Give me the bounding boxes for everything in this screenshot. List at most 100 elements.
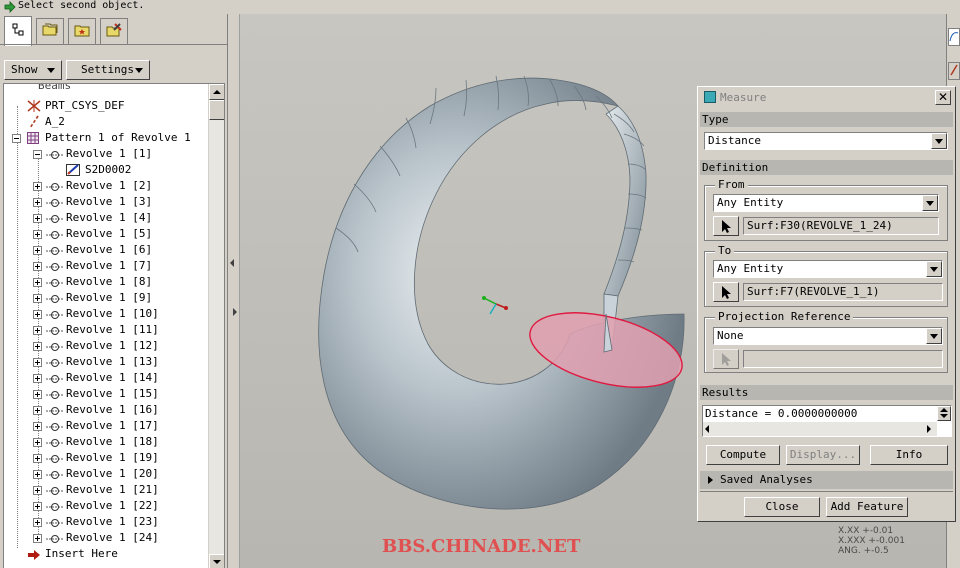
revolve-icon xyxy=(45,245,65,261)
measure-icon xyxy=(704,91,716,103)
tree-item-label: Revolve 1 [11] xyxy=(66,323,159,336)
tree-item-label: Revolve 1 [17] xyxy=(66,419,159,432)
expand-icon[interactable] xyxy=(33,278,42,287)
expand-icon[interactable] xyxy=(33,454,42,463)
expand-icon[interactable] xyxy=(33,422,42,431)
expand-icon[interactable] xyxy=(33,342,42,351)
expand-icon[interactable] xyxy=(33,406,42,415)
tree-item-label: Insert Here xyxy=(45,547,118,560)
dialog-title-bar[interactable]: Measure ✕ xyxy=(700,89,953,106)
datum-tool-button[interactable] xyxy=(948,28,960,46)
to-filter-select[interactable]: Any Entity xyxy=(713,260,943,278)
revolve-icon xyxy=(45,309,65,325)
spiral-horn-model[interactable] xyxy=(318,75,690,510)
expand-icon[interactable] xyxy=(33,262,42,271)
projection-reference-field[interactable] xyxy=(743,350,943,368)
cursor-arrow-icon xyxy=(722,353,731,366)
chevron-down-icon[interactable] xyxy=(931,133,947,149)
add-feature-button[interactable]: Add Feature xyxy=(826,497,908,517)
collapse-icon[interactable] xyxy=(12,134,21,143)
chevron-down-icon[interactable] xyxy=(922,195,938,211)
expand-right-icon[interactable] xyxy=(233,308,237,316)
to-select-button[interactable] xyxy=(713,282,739,302)
chevron-down-icon[interactable] xyxy=(926,261,942,277)
type-select[interactable]: Distance xyxy=(704,132,948,150)
sketch-tool-button[interactable] xyxy=(948,62,960,80)
navigator-tabs xyxy=(2,16,224,46)
tab-connections[interactable] xyxy=(100,18,128,44)
expand-icon[interactable] xyxy=(33,534,42,543)
tree-item-label: Revolve 1 [4] xyxy=(66,211,153,224)
section-definition: Definition xyxy=(700,160,953,175)
tree-item-cut-off: Beams xyxy=(38,83,72,92)
settings-button[interactable]: Settings xyxy=(66,60,150,80)
scroll-thumb[interactable] xyxy=(209,100,224,120)
from-reference-field[interactable]: Surf:F30(REVOLVE_1_24) xyxy=(743,217,939,235)
collapse-icon[interactable] xyxy=(33,150,42,159)
status-message: Select second object. xyxy=(18,0,145,11)
close-icon[interactable]: ✕ xyxy=(935,90,951,105)
tree-connector xyxy=(17,106,18,548)
chevron-down-icon[interactable] xyxy=(926,328,942,344)
to-reference-field[interactable]: Surf:F7(REVOLVE_1_1) xyxy=(743,283,943,301)
display-button[interactable]: Display... xyxy=(786,445,860,465)
results-output[interactable]: Distance = 0.0000000000 xyxy=(702,405,952,437)
expand-icon[interactable] xyxy=(33,182,42,191)
revolve-icon xyxy=(45,293,65,309)
arrow-up-icon xyxy=(213,90,221,94)
expand-icon[interactable] xyxy=(33,326,42,335)
panel-splitter[interactable] xyxy=(228,14,240,568)
expand-icon[interactable] xyxy=(33,470,42,479)
revolve-icon xyxy=(45,341,65,357)
revolve-icon xyxy=(45,325,65,341)
cursor-arrow-icon xyxy=(722,286,731,299)
from-filter-select[interactable]: Any Entity xyxy=(713,194,939,212)
projection-select-button[interactable] xyxy=(713,349,739,369)
scroll-down-button[interactable] xyxy=(209,554,224,568)
saved-analyses-toggle[interactable]: Saved Analyses xyxy=(700,471,953,489)
revolve-icon xyxy=(45,469,65,485)
expand-icon[interactable] xyxy=(33,294,42,303)
show-button[interactable]: Show xyxy=(4,60,62,80)
expand-icon[interactable] xyxy=(33,198,42,207)
expand-icon[interactable] xyxy=(33,390,42,399)
expand-icon[interactable] xyxy=(33,214,42,223)
revolve-icon xyxy=(45,485,65,501)
tree-scrollbar[interactable] xyxy=(208,84,224,568)
collapse-left-icon[interactable] xyxy=(230,259,234,267)
tolerance-line: ANG. +-0.5 xyxy=(838,546,889,556)
type-select-value: Distance xyxy=(708,134,761,147)
results-spin[interactable] xyxy=(937,406,951,421)
tree-item-label: Revolve 1 [22] xyxy=(66,499,159,512)
arrow-left-icon[interactable] xyxy=(705,425,709,433)
settings-button-label: Settings xyxy=(81,63,134,76)
expand-icon[interactable] xyxy=(33,358,42,367)
tab-favorites[interactable] xyxy=(68,18,96,44)
from-select-button[interactable] xyxy=(713,216,739,236)
expand-icon[interactable] xyxy=(33,230,42,239)
results-h-scrollbar[interactable] xyxy=(703,422,937,436)
to-label: To xyxy=(715,244,735,258)
tab-model-tree[interactable] xyxy=(4,16,32,46)
tab-folder-browser[interactable] xyxy=(36,18,64,44)
compute-button[interactable]: Compute xyxy=(706,445,780,465)
scroll-up-button[interactable] xyxy=(209,84,224,100)
tree-item-label: Revolve 1 [13] xyxy=(66,355,159,368)
info-button[interactable]: Info xyxy=(870,445,948,465)
tree-item-label: PRT_CSYS_DEF xyxy=(45,99,125,112)
tolerance-line: X.XXX +-0.001 xyxy=(838,536,905,546)
section-type: Type xyxy=(700,112,953,127)
expand-icon[interactable] xyxy=(33,310,42,319)
tree-item-label: Revolve 1 [6] xyxy=(66,243,153,256)
expand-icon[interactable] xyxy=(33,502,42,511)
revolve-icon xyxy=(45,213,65,229)
close-button[interactable]: Close xyxy=(744,497,820,517)
expand-icon[interactable] xyxy=(33,438,42,447)
expand-icon[interactable] xyxy=(33,374,42,383)
revolve-icon xyxy=(45,437,65,453)
projection-select[interactable]: None xyxy=(713,327,943,345)
expand-icon[interactable] xyxy=(33,486,42,495)
expand-icon[interactable] xyxy=(33,518,42,527)
expand-icon[interactable] xyxy=(33,246,42,255)
arrow-right-icon[interactable] xyxy=(927,425,931,433)
